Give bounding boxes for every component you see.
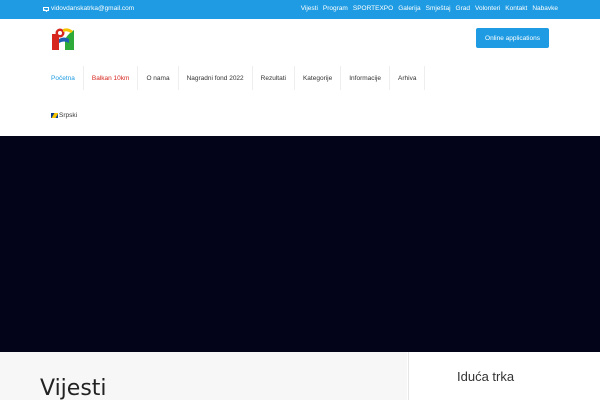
news-heading: Vijesti bbox=[40, 376, 107, 401]
nav-item-kategorije[interactable]: Kategorije bbox=[295, 66, 342, 90]
top-link-program[interactable]: Program bbox=[323, 5, 348, 12]
top-bar: vidovdanskatrka@gmail.com Vijesti Progra… bbox=[0, 0, 600, 19]
top-link-kontakt[interactable]: Kontakt bbox=[505, 5, 527, 12]
top-nav: Vijesti Program SPORTEXPO Galerija Smješ… bbox=[301, 5, 558, 12]
contact-email[interactable]: vidovdanskatrka@gmail.com bbox=[43, 5, 134, 12]
nav-item-rezultati[interactable]: Rezultati bbox=[253, 66, 295, 90]
site-logo-icon[interactable] bbox=[51, 27, 75, 51]
top-link-grad[interactable]: Grad bbox=[456, 5, 470, 12]
flag-icon bbox=[51, 113, 58, 118]
nav-item-o-nama[interactable]: O nama bbox=[138, 66, 179, 90]
email-text[interactable]: vidovdanskatrka@gmail.com bbox=[51, 5, 134, 12]
top-link-galerija[interactable]: Galerija bbox=[398, 5, 420, 12]
nav-item-nagradni-fond[interactable]: Nagradni fond 2022 bbox=[179, 66, 253, 90]
top-link-nabavke[interactable]: Nabavke bbox=[532, 5, 558, 12]
language-label[interactable]: Srpski bbox=[59, 112, 77, 119]
hero-banner bbox=[0, 136, 600, 352]
nav-item-informacije[interactable]: Informacije bbox=[341, 66, 391, 90]
nav-item-pocetna[interactable]: Početna bbox=[43, 66, 84, 90]
top-link-vijesti[interactable]: Vijesti bbox=[301, 5, 318, 12]
top-link-volonteri[interactable]: Volonteri bbox=[475, 5, 500, 12]
online-applications-button[interactable]: Online applications bbox=[476, 28, 549, 48]
language-switcher[interactable]: Srpski bbox=[51, 112, 77, 119]
next-race-heading: Iduća trka bbox=[457, 369, 515, 384]
nav-item-balkan-10km[interactable]: Balkan 10km bbox=[84, 66, 139, 90]
top-link-sportexpo[interactable]: SPORTEXPO bbox=[353, 5, 393, 12]
nav-item-arhiva[interactable]: Arhiva bbox=[390, 66, 426, 90]
main-navigation: Početna Balkan 10km O nama Nagradni fond… bbox=[43, 66, 426, 90]
mail-icon bbox=[43, 6, 49, 11]
top-link-smjestaj[interactable]: Smještaj bbox=[426, 5, 451, 12]
